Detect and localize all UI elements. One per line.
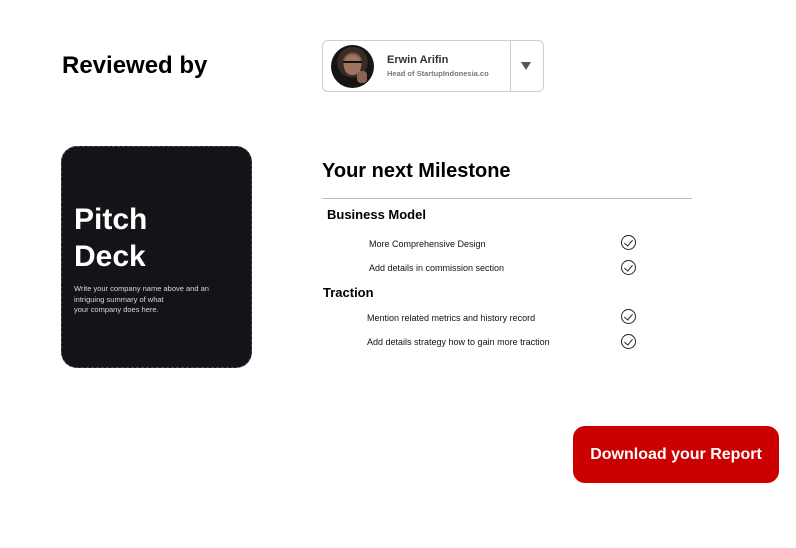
reviewer-avatar [331, 45, 374, 88]
milestone-title: Your next Milestone [322, 160, 511, 182]
check-circle-icon[interactable] [621, 260, 636, 275]
milestone-divider [322, 198, 692, 199]
section-heading-business-model: Business Model [327, 207, 426, 222]
pitch-deck-description-line3: your company does here. [74, 305, 159, 314]
pitch-deck-description: Write your company name above and an int… [74, 284, 244, 316]
milestone-item: Mention related metrics and history reco… [367, 313, 536, 323]
pitch-deck-title: Pitch Deck [74, 201, 244, 275]
pitch-deck-title-line2: Deck [74, 240, 146, 273]
reviewer-name: Erwin Arifin [387, 54, 449, 66]
pitch-deck-card[interactable]: Pitch Deck Write your company name above… [61, 146, 252, 368]
pitch-deck-description-line2: intriguing summary of what [74, 294, 164, 304]
dropdown-divider [510, 41, 511, 91]
reviewer-role: Head of StartupIndonesia.co [387, 69, 489, 78]
pitch-deck-title-line1: Pitch [74, 203, 148, 236]
pitch-deck-description-line1: Write your company name above and an [74, 284, 209, 293]
reviewer-dropdown[interactable]: Erwin Arifin Head of StartupIndonesia.co [322, 40, 544, 92]
download-report-button[interactable]: Download your Report [573, 426, 779, 483]
reviewed-by-label: Reviewed by [62, 52, 208, 79]
check-circle-icon[interactable] [621, 309, 636, 324]
milestone-item: Add details strategy how to gain more tr… [367, 337, 550, 347]
milestone-item: Add details in commission section [369, 263, 505, 273]
chevron-down-icon[interactable] [521, 62, 531, 70]
milestone-item: More Comprehensive Design [369, 239, 486, 249]
check-circle-icon[interactable] [621, 334, 636, 349]
section-heading-traction: Traction [323, 285, 374, 300]
check-circle-icon[interactable] [621, 235, 636, 250]
